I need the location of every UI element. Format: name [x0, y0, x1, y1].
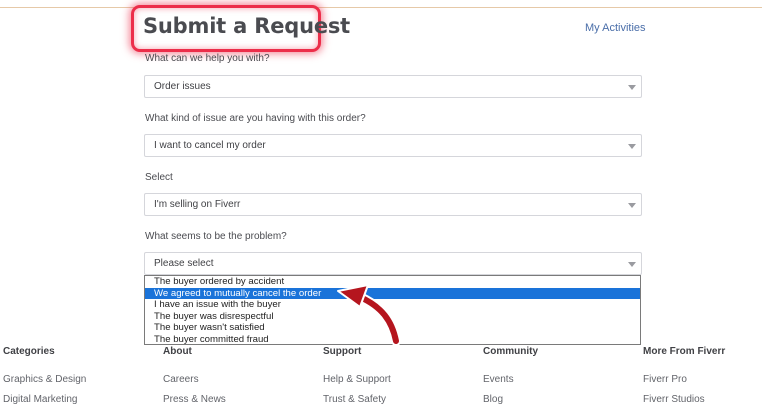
q3-select-value: I'm selling on Fiverr — [154, 199, 241, 210]
q1-select[interactable]: Order issues — [144, 75, 642, 98]
footer-heading: Support — [323, 346, 362, 357]
page-title: Submit a Request — [143, 14, 350, 38]
footer-heading: More From Fiverr — [643, 346, 726, 357]
q2-label: What kind of issue are you having with t… — [145, 113, 366, 124]
footer-link[interactable]: Fiverr Pro — [643, 374, 725, 385]
footer-column-support: Support Help & Support Trust & Safety — [323, 336, 391, 405]
top-divider — [0, 7, 762, 8]
footer-column-more-from-fiverr: More From Fiverr Fiverr Pro Fiverr Studi… — [643, 336, 725, 405]
footer-link[interactable]: Careers — [163, 374, 226, 385]
q4-label: What seems to be the problem? — [145, 231, 287, 242]
my-activities-link[interactable]: My Activities — [585, 22, 646, 34]
q3-select[interactable]: I'm selling on Fiverr — [144, 193, 642, 216]
chevron-down-icon — [628, 85, 636, 90]
q1-label: What can we help you with? — [145, 53, 270, 64]
annotation-arrow-icon — [337, 284, 401, 345]
footer-link[interactable]: Help & Support — [323, 374, 391, 385]
footer-column-community: Community Events Blog — [483, 336, 538, 405]
chevron-down-icon — [628, 144, 636, 149]
q1-select-value: Order issues — [154, 81, 211, 92]
footer-column-about: About Careers Press & News — [163, 336, 226, 405]
q3-label: Select — [145, 172, 173, 183]
footer-heading: About — [163, 346, 192, 357]
footer-link[interactable]: Events — [483, 374, 538, 385]
chevron-down-icon — [628, 203, 636, 208]
q2-select[interactable]: I want to cancel my order — [144, 134, 642, 157]
site-footer: Categories Graphics & Design Digital Mar… — [0, 336, 762, 405]
q2-select-value: I want to cancel my order — [154, 140, 266, 151]
footer-column-categories: Categories Graphics & Design Digital Mar… — [3, 336, 86, 405]
footer-heading: Categories — [3, 346, 55, 357]
footer-heading: Community — [483, 346, 538, 357]
footer-link[interactable]: Graphics & Design — [3, 374, 86, 385]
q4-select[interactable]: Please select — [144, 252, 642, 275]
chevron-down-icon — [628, 262, 636, 267]
q4-select-value: Please select — [154, 258, 214, 269]
